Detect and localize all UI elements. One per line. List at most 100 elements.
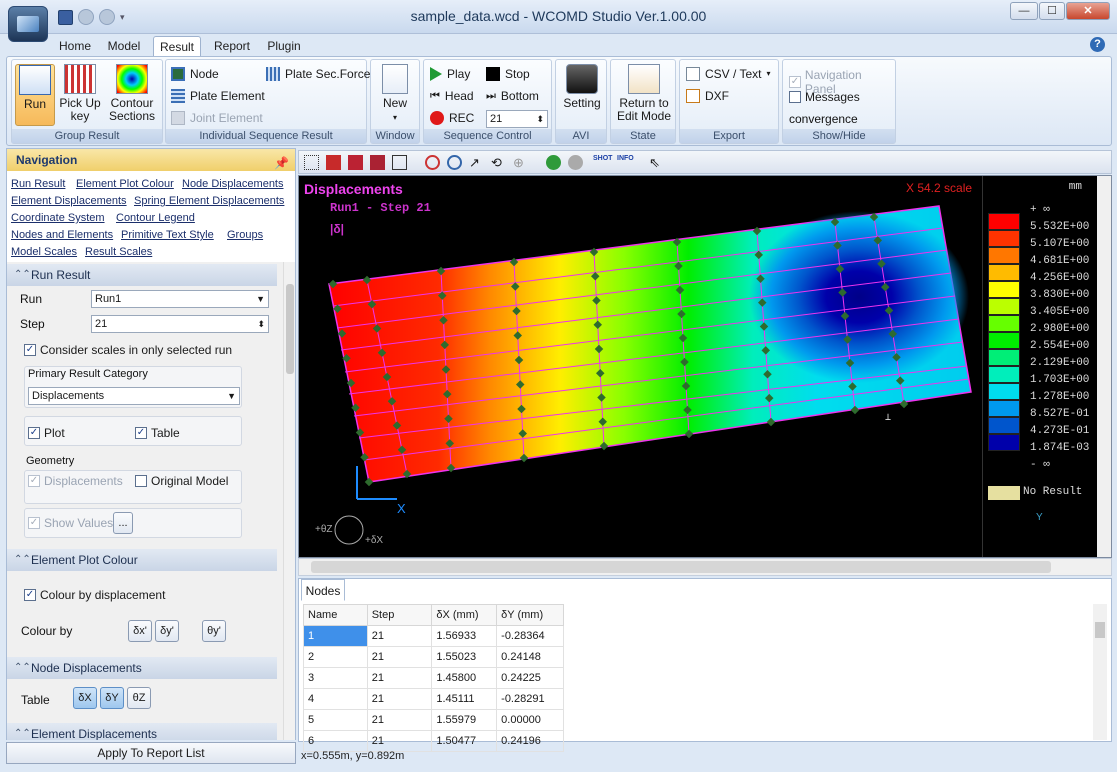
view-3d-icon[interactable] [326, 155, 341, 170]
table-cell[interactable]: 21 [366, 667, 433, 689]
table-cell[interactable]: 3 [303, 667, 368, 689]
stop-button[interactable]: Stop [486, 65, 530, 83]
zoom-out-icon[interactable] [447, 155, 462, 170]
column-header[interactable]: Step [366, 604, 433, 626]
table-cell[interactable]: 0.00000 [496, 709, 564, 731]
step-input[interactable]: 21 ⬍ [91, 315, 269, 333]
node-dx-button[interactable]: δX [73, 687, 97, 709]
tab-plugin[interactable]: Plugin [262, 36, 306, 56]
joint-element-button[interactable]: Joint Element [171, 109, 263, 127]
colour-by-dy-button[interactable]: δy' [155, 620, 179, 642]
column-header[interactable]: Name [303, 604, 368, 626]
plate-element-button[interactable]: Plate Element [171, 87, 265, 105]
view-wire-icon[interactable] [392, 155, 407, 170]
geometry-displacements-checkbox[interactable]: ✓ Displacements [28, 474, 123, 488]
table-cell[interactable]: 5 [303, 709, 368, 731]
apply-to-report-list-button[interactable]: Apply To Report List [6, 742, 296, 764]
new-window-button[interactable]: New ▾ [375, 64, 415, 126]
show-values-options-button[interactable]: ... [113, 512, 133, 534]
maximize-button[interactable]: ☐ [1039, 2, 1065, 20]
app-icon[interactable] [8, 6, 48, 42]
link-element-plot-colour[interactable]: Element Plot Colour [76, 178, 174, 190]
link-element-displacements[interactable]: Element Displacements [11, 195, 127, 207]
section-node-displacements[interactable]: ⌃⌃ Node Displacements [7, 657, 277, 679]
scrollbar-thumb[interactable] [311, 561, 1051, 573]
next-step-icon[interactable] [568, 155, 583, 170]
scrollbar-thumb[interactable] [1095, 622, 1105, 638]
run-select[interactable]: Run1 ▼ [91, 290, 269, 308]
viewport-vertical-scrollbar[interactable] [1097, 176, 1111, 557]
table-cell[interactable]: -0.28291 [496, 688, 564, 710]
pickup-key-button[interactable]: Pick Up key [58, 64, 102, 126]
info-icon[interactable]: INFO [617, 155, 634, 170]
spinner-arrows-icon[interactable]: ⬍ [257, 316, 265, 332]
table-cell[interactable]: 1.56933 [431, 625, 498, 647]
play-button[interactable]: Play [430, 65, 470, 83]
link-coordinate-system[interactable]: Coordinate System [11, 212, 105, 224]
table-cell[interactable]: 21 [366, 688, 433, 710]
avi-setting-button[interactable]: Setting [560, 64, 604, 126]
table-cell[interactable]: 1.45111 [431, 688, 498, 710]
link-model-scales[interactable]: Model Scales [11, 246, 77, 258]
link-run-result[interactable]: Run Result [11, 178, 65, 190]
csv-text-button[interactable]: CSV / Text ▾ [686, 65, 770, 83]
pin-icon[interactable]: 📌 [274, 152, 289, 174]
column-header[interactable]: δY (mm) [496, 604, 564, 626]
plate-sec-force-button[interactable]: Plate Sec.Force [266, 65, 370, 83]
tab-result[interactable]: Result [153, 36, 201, 56]
show-values-checkbox[interactable]: ✓ Show Values [28, 516, 113, 530]
table-cell[interactable]: 0.24225 [496, 667, 564, 689]
table-cell[interactable]: 1.55023 [431, 646, 498, 668]
step-spinner[interactable]: 21 ⬍ [486, 110, 548, 128]
node-tz-button[interactable]: θZ [127, 687, 151, 709]
table-cell[interactable]: 1.45800 [431, 667, 498, 689]
table-cell[interactable]: 21 [366, 709, 433, 731]
original-model-checkbox[interactable]: Original Model [135, 474, 228, 488]
primary-result-select[interactable]: Displacements ▼ [28, 387, 240, 405]
colour-by-ty-button[interactable]: θy' [202, 620, 226, 642]
section-element-displacements[interactable]: ⌃⌃ Element Displacements [7, 723, 277, 740]
close-button[interactable]: ✕ [1066, 2, 1110, 20]
section-run-result[interactable]: ⌃⌃ Run Result [7, 264, 277, 286]
pointer-icon[interactable]: ⇖ [649, 155, 664, 170]
bottom-button[interactable]: ⏭ Bottom [486, 87, 539, 105]
table-cell[interactable]: 21 [366, 625, 433, 647]
help-icon[interactable]: ? [1090, 37, 1105, 52]
table-cell[interactable]: 4 [303, 688, 368, 710]
previous-step-icon[interactable] [546, 155, 561, 170]
view-side-icon[interactable] [370, 155, 385, 170]
contour-sections-button[interactable]: Contour Sections [105, 64, 159, 126]
table-cell[interactable]: 0.24148 [496, 646, 564, 668]
viewport-horizontal-scrollbar[interactable] [298, 558, 1112, 576]
return-to-edit-mode-button[interactable]: Return to Edit Mode [614, 64, 674, 126]
link-groups[interactable]: Groups [227, 229, 263, 241]
section-element-plot-colour[interactable]: ⌃⌃ Element Plot Colour [7, 549, 277, 571]
run-button[interactable]: Run [15, 64, 55, 126]
spinner-arrows-icon[interactable]: ⬍ [536, 111, 544, 127]
nodes-table[interactable]: Name Step δX (mm) δY (mm) 1 21 1.56933 -0.2… [303, 604, 564, 752]
scrollbar-thumb[interactable] [286, 284, 294, 374]
tab-home[interactable]: Home [55, 36, 95, 56]
link-node-displacements[interactable]: Node Displacements [182, 178, 284, 190]
head-button[interactable]: ⏮ Head [430, 87, 474, 105]
table-cell[interactable]: 21 [366, 646, 433, 668]
colour-by-dx-button[interactable]: δx' [128, 620, 152, 642]
tab-nodes[interactable]: Nodes [301, 579, 345, 601]
consider-scales-checkbox[interactable]: ✓ Consider scales in only selected run [24, 343, 232, 357]
dxf-button[interactable]: DXF [686, 87, 729, 105]
colour-by-displacement-checkbox[interactable]: ✓ Colour by displacement [24, 588, 165, 602]
convergence-label[interactable]: convergence [789, 112, 858, 126]
snapshot-icon[interactable]: SHOT [593, 155, 612, 170]
pan-icon[interactable]: ↗ [469, 155, 484, 170]
tab-report[interactable]: Report [208, 36, 256, 56]
table-checkbox[interactable]: ✓ Table [135, 426, 180, 440]
table-cell[interactable]: 1.55979 [431, 709, 498, 731]
table-cell[interactable]: 1 [303, 625, 368, 647]
table-row[interactable]: 2 21 1.55023 0.24148 [303, 646, 564, 668]
table-vertical-scrollbar[interactable] [1093, 604, 1107, 740]
table-cell[interactable]: -0.28364 [496, 625, 564, 647]
table-row[interactable]: 1 21 1.56933 -0.28364 [303, 625, 564, 647]
rotate-icon[interactable]: ⟲ [491, 155, 506, 170]
link-contour-legend[interactable]: Contour Legend [116, 212, 195, 224]
messages-checkbox[interactable]: Messages [789, 90, 860, 104]
